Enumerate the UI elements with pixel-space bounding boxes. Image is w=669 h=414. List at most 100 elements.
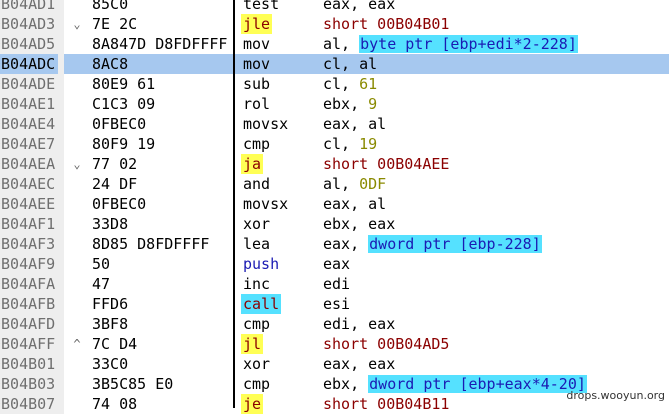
disasm-row[interactable]: 0B04AE7 80F9 19 cmp cl, 19 [0,134,669,154]
gutter [58,394,64,414]
hex-bytes-cell: C1C3 09 [92,95,156,113]
mnemonic-cell: test [243,0,280,13]
hex-bytes-cell: 8D85 D8FDFFFF [92,235,210,253]
hex-bytes-cell: 74 08 [92,395,138,413]
operand-text: ebx, eax [323,215,396,233]
disasm-row[interactable]: 0B04AE4 0FBEC0 movsx eax, al [0,114,669,134]
mnemonic-cell: je [241,394,264,414]
disasm-row[interactable]: 0B04AFB FFD6 call esi [0,294,669,314]
gutter [58,234,64,254]
operands-cell: cl, 19 [323,134,377,154]
gutter [58,74,64,94]
memory-operand[interactable]: dword ptr [ebp-228] [368,235,542,253]
operands-cell: cl, al [323,54,377,74]
operands-cell: edi [323,274,350,294]
operands-cell: short 00B04B01 [323,14,449,34]
marker-cell [70,374,84,394]
mnemonic-cell: and [243,175,271,193]
disasm-row[interactable]: 0B04ADE 80E9 61 sub cl, 61 [0,74,669,94]
hex-bytes-cell: 47 [92,275,111,293]
jump-arrow-icon: ⌄ [73,157,81,171]
operands-cell: esi [323,294,350,314]
hex-bytes-cell: 3B5C85 E0 [92,375,174,393]
mnemonic-cell: sub [243,75,271,93]
disasm-row[interactable]: 0B04AF9 50 push eax [0,254,669,274]
marker-cell [70,34,84,54]
mnemonic-cell: mov [243,35,271,53]
mnemonic-cell: cmp [243,135,271,153]
disasm-row[interactable]: 0B04ADC 8AC8 mov cl, al [0,54,669,74]
operands-cell: cl, 61 [323,74,377,94]
disasm-row[interactable]: 0B04AFD 3BF8 cmp edi, eax [0,314,669,334]
hex-bytes-cell: FFD6 [92,295,129,313]
disassembly-pane[interactable]: 0B04AD185C0testeax, eax0B04AD3⌄7E 2Cjles… [0,0,669,414]
mnemonic-cell: inc [243,275,271,293]
operands-cell: short 00B04AD5 [323,334,449,354]
hex-bytes-cell: 0FBEC0 [92,195,147,213]
disasm-row[interactable]: 0B04AD1 85C0 test eax, eax [0,0,669,14]
operand-text: eax [323,255,351,273]
disasm-row[interactable]: 0B04AEA ⌄ 77 02 ja short 00B04AEE [0,154,669,174]
disasm-row[interactable]: 0B04B01 33C0 xor eax, eax [0,354,669,374]
gutter [58,14,64,34]
hex-bytes-cell: 80E9 61 [92,75,156,93]
hex-bytes-cell: 77 02 [92,155,138,173]
operand-text: cl, [323,75,360,93]
jump-arrow-icon: ^ [73,337,81,351]
marker-cell [70,394,84,414]
disasm-row[interactable]: 0B04AEE 0FBEC0 movsx eax, al [0,194,669,214]
memory-operand[interactable]: dword ptr [ebp+eax*4-20] [368,375,587,393]
disasm-row[interactable]: 0B04AF3 8D85 D8FDFFFF lea eax, dword ptr [e… [0,234,669,254]
operands-cell: short 00B04AEE [323,154,449,174]
marker-cell [70,354,84,374]
disasm-row[interactable]: 0B04AD5 8A847D D8FDFFFF mov al, byte ptr [e… [0,34,669,54]
hex-bytes-cell: 8A847D D8FDFFFF [92,35,228,53]
address-cell: 0B04AFD [0,314,58,334]
operand-text: short 00B04AEE [323,155,450,173]
disasm-row[interactable]: 0B04AFA 47 inc edi [0,274,669,294]
disasm-row[interactable]: 0B04AEC 24 DF and al, 0DF [0,174,669,194]
marker-cell [70,214,84,234]
marker-cell [70,134,84,154]
hex-bytes-cell: 8AC8 [92,55,129,73]
memory-operand[interactable]: byte ptr [ebp+edi*2-228] [359,35,578,53]
operand-text: cl, [323,135,360,153]
address-cell: 0B04AE7 [0,134,58,154]
disasm-row[interactable]: 0B04AE1 C1C3 09 rol ebx, 9 [0,94,669,114]
hex-bytes-cell: 33D8 [92,215,129,233]
disasm-row[interactable]: 0B04AF1 33D8 xor ebx, eax [0,214,669,234]
marker-cell [70,74,84,94]
address-cell: 0B04AEE [0,194,58,214]
operands-cell: eax, eax [323,354,395,374]
marker-cell [70,114,84,134]
gutter [58,374,64,394]
mnemonic-cell: movsx [243,195,289,213]
mnemonic-cell: rol [243,95,271,113]
column-separator [233,0,235,408]
marker-cell [70,54,84,74]
marker-cell [70,0,84,14]
gutter [58,334,64,354]
operand-text: edi [323,275,351,293]
address-cell: 0B04B07 [0,394,58,414]
operand-text: al, [323,35,360,53]
address-cell: 0B04AE1 [0,94,58,114]
hex-bytes-cell: 50 [92,255,111,273]
address-cell: 0B04AF9 [0,254,58,274]
gutter [58,114,64,134]
mnemonic-cell: ja [241,154,264,174]
operand-text: eax, al [323,115,387,133]
hex-bytes-cell: 33C0 [92,355,129,373]
disasm-row[interactable]: 0B04AD3 ⌄ 7E 2C jle short 00B04B01 [0,14,669,34]
operands-cell: ebx, 9 [323,94,377,114]
hex-bytes-cell: 80F9 19 [92,135,156,153]
address-cell: 0B04AFB [0,294,58,314]
address-cell: 0B04AFF [0,334,58,354]
operands-cell: ebx, eax [323,214,395,234]
disasm-row[interactable]: 0B04AFF ^ 7C D4 jl short 00B04AD5 [0,334,669,354]
operand-text: esi [323,295,351,313]
marker-cell [70,294,84,314]
marker-cell [70,94,84,114]
gutter [58,0,64,14]
gutter [58,134,64,154]
